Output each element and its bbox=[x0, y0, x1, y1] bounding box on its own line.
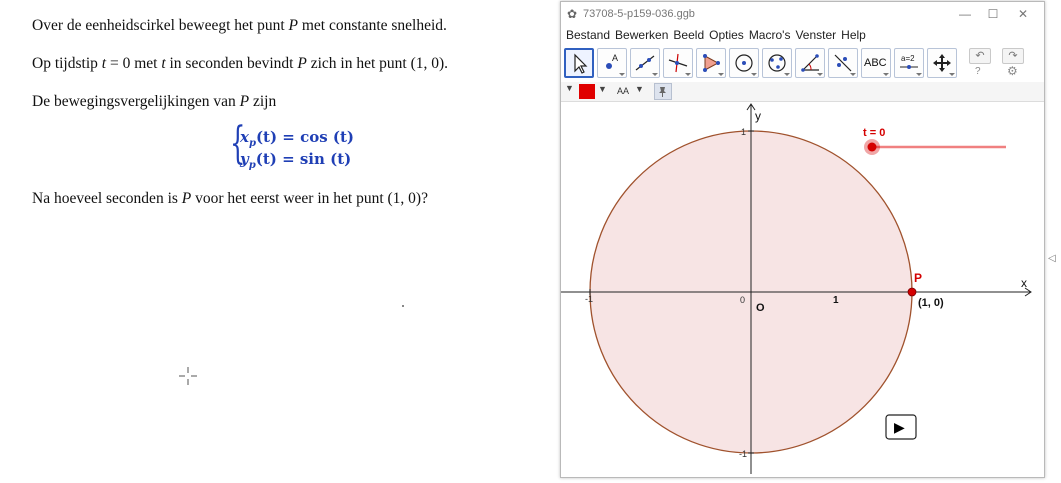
menu-opties[interactable]: Opties bbox=[704, 26, 744, 44]
menu-beeld[interactable]: Beeld bbox=[668, 26, 704, 44]
stray-dot bbox=[402, 305, 404, 307]
point-p-label: P bbox=[914, 271, 922, 285]
graphics-view[interactable]: x y 1 -1 1 -1 0 O P (1, 0) t = 0 ▶ bbox=[561, 102, 1044, 477]
circle-tool-button[interactable] bbox=[729, 48, 759, 78]
move-arrows-icon bbox=[933, 54, 951, 72]
slider-icon: a=2 bbox=[900, 54, 918, 69]
cursor-arrow-icon bbox=[574, 53, 588, 74]
menu-bestand[interactable]: Bestand bbox=[561, 26, 610, 44]
tick-label-1-y: 1 bbox=[741, 127, 746, 137]
zero-tick-label: 0 bbox=[740, 295, 745, 305]
crosshair-cursor-icon bbox=[179, 367, 197, 385]
text-tool-button[interactable]: ABC bbox=[861, 48, 891, 78]
intro-line: Over de eenheidscirkel beweegt het punt … bbox=[32, 17, 447, 34]
menu-macros[interactable]: Macro's bbox=[744, 26, 791, 44]
y-axis-label: y bbox=[755, 109, 761, 123]
pin-icon bbox=[659, 87, 666, 97]
window-titlebar[interactable]: ✿ 73708-5-p159-036.ggb — ☐ ✕ bbox=[561, 2, 1044, 26]
question-line: Na hoeveel seconden is P voor het eerst … bbox=[32, 190, 428, 207]
reflect-line-icon bbox=[834, 54, 852, 72]
motion-equations: { xp(t) = cos (t) yp(t) = sin (t) bbox=[230, 122, 370, 172]
reflect-tool-button[interactable] bbox=[828, 48, 858, 78]
redo-button[interactable]: ↷ bbox=[1002, 48, 1024, 64]
origin-label: O bbox=[756, 302, 765, 314]
text-size-dropdown-icon[interactable]: ▼ bbox=[635, 84, 644, 94]
menu-bewerken[interactable]: Bewerken bbox=[610, 26, 668, 44]
polygon-icon bbox=[703, 54, 720, 72]
circle-three-points-icon bbox=[768, 54, 786, 72]
slider-tool-button[interactable]: a=2 bbox=[894, 48, 924, 78]
slider-label: t = 0 bbox=[863, 127, 885, 139]
point-icon: A bbox=[606, 53, 618, 69]
slider-knob[interactable] bbox=[867, 142, 877, 152]
text-tool-label: ABC bbox=[864, 57, 887, 69]
text-size-button[interactable]: AA bbox=[617, 86, 629, 96]
x-equation: xp(t) = cos (t) bbox=[240, 128, 355, 149]
move-graphics-tool-button[interactable] bbox=[927, 48, 957, 78]
perpendicular-tool-button[interactable] bbox=[663, 48, 693, 78]
color-dropdown-icon[interactable]: ▼ bbox=[598, 84, 607, 94]
menu-bar: Bestand Bewerken Beeld Opties Macro's Venster… bbox=[561, 26, 1044, 44]
stylebar-toggle-icon[interactable]: ▼ bbox=[565, 83, 574, 93]
t-slider[interactable]: t = 0 bbox=[863, 127, 1006, 155]
tick-label-neg1-y: -1 bbox=[739, 449, 747, 459]
menu-venster[interactable]: Venster bbox=[790, 26, 836, 44]
close-button[interactable]: ✕ bbox=[1011, 5, 1035, 23]
minimize-button[interactable]: — bbox=[953, 5, 977, 23]
menu-help[interactable]: Help bbox=[836, 26, 866, 44]
undo-button[interactable]: ↶ bbox=[969, 48, 991, 64]
tick-label-neg1-x: -1 bbox=[585, 294, 593, 304]
circle-center-icon bbox=[735, 54, 753, 72]
maximize-button[interactable]: ☐ bbox=[981, 5, 1005, 23]
point-coordinate-label: (1, 0) bbox=[918, 297, 944, 309]
tick-label-1-x: 1 bbox=[833, 295, 839, 306]
style-bar: ▼ ▼ AA ▼ bbox=[561, 82, 1044, 102]
polygon-tool-button[interactable] bbox=[696, 48, 726, 78]
move-tool-button[interactable] bbox=[564, 48, 594, 78]
svg-text:A: A bbox=[612, 53, 618, 63]
svg-text:a=2: a=2 bbox=[901, 54, 915, 63]
x-axis-label: x bbox=[1021, 276, 1027, 290]
panel-collapse-icon[interactable]: ◁ bbox=[1048, 253, 1056, 264]
play-icon: ▶ bbox=[894, 420, 905, 436]
settings-gear-icon[interactable]: ⚙ bbox=[1007, 64, 1018, 78]
angle-icon bbox=[801, 54, 819, 72]
point-p[interactable] bbox=[907, 287, 917, 297]
help-icon[interactable]: ? bbox=[975, 66, 981, 77]
geogebra-app-icon: ✿ bbox=[567, 7, 578, 21]
line-tool-button[interactable] bbox=[630, 48, 660, 78]
play-button[interactable]: ▶ bbox=[885, 414, 917, 440]
angle-tool-button[interactable] bbox=[795, 48, 825, 78]
perpendicular-line-icon bbox=[668, 53, 688, 73]
pin-button[interactable] bbox=[654, 83, 672, 100]
point-tool-button[interactable]: A bbox=[597, 48, 627, 78]
window-title: 73708-5-p159-036.ggb bbox=[583, 8, 695, 20]
color-swatch-button[interactable] bbox=[579, 84, 595, 99]
line-icon bbox=[635, 55, 655, 71]
geogebra-window: ✿ 73708-5-p159-036.ggb — ☐ ✕ Bestand Bewe… bbox=[560, 1, 1045, 478]
equations-intro-line: De bewegingsvergelijkingen van P zijn bbox=[32, 93, 277, 110]
circle-three-points-tool-button[interactable] bbox=[762, 48, 792, 78]
y-equation: yp(t) = sin (t) bbox=[240, 150, 352, 171]
initial-condition-line: Op tijdstip t = 0 met t in seconden bevi… bbox=[32, 55, 449, 72]
tool-bar: A ABC a=2 ↶ ↷ ? ⚙ bbox=[561, 46, 1044, 80]
